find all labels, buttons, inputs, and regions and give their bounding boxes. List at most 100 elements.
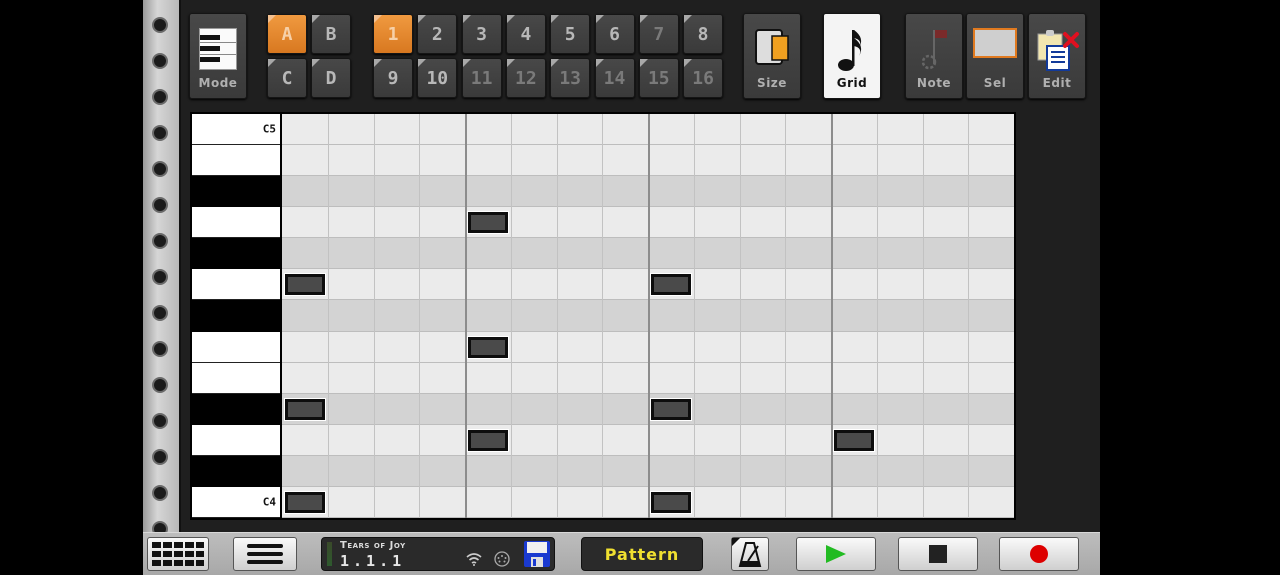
note-tool-label: Note (916, 76, 952, 90)
song-display[interactable]: Tears of Joy 1.1.1 (321, 537, 555, 571)
pattern-button-4[interactable]: 4 (505, 14, 546, 54)
piano-key-b4[interactable] (192, 145, 280, 177)
grid-tool-button[interactable]: Grid (823, 13, 881, 99)
clipboard-edit-icon (1035, 28, 1079, 76)
step-line (785, 114, 787, 518)
size-tool-label: Size (757, 76, 787, 90)
note-block[interactable] (284, 273, 326, 297)
piano-key-csharp4[interactable] (192, 455, 280, 487)
level-meter (327, 542, 332, 566)
note-block[interactable] (467, 211, 509, 235)
stop-button[interactable] (898, 537, 978, 571)
note-block[interactable] (833, 428, 875, 452)
menu-button[interactable] (233, 537, 297, 571)
pattern-button-3[interactable]: 3 (461, 14, 502, 54)
beat-line (648, 114, 650, 518)
pattern-button-5[interactable]: 5 (550, 14, 591, 54)
pattern-button-13[interactable]: 13 (550, 58, 591, 98)
piano-key-fsharp4[interactable] (192, 300, 280, 332)
note-tool-button[interactable]: Note (905, 13, 963, 99)
piano-key-g4[interactable] (192, 269, 280, 301)
app-window: Mode ABCD 1 2 3 4 5 6 7 8 9 10 11 12 13 14 15 16 Size Gr… (143, 0, 1100, 575)
wifi-icon (466, 553, 482, 566)
piano-roll: C5 C4 (190, 112, 1016, 520)
piano-key-c4[interactable]: C4 (192, 486, 280, 518)
pattern-button-14[interactable]: 14 (594, 58, 635, 98)
piano-key-f4[interactable] (192, 331, 280, 363)
edit-tool-label: Edit (1042, 76, 1072, 90)
note-block[interactable] (284, 490, 326, 514)
bank-button-a[interactable]: A (267, 14, 307, 54)
metronome-icon (738, 542, 762, 567)
rail-hole (152, 449, 168, 465)
sel-tool-button[interactable]: Sel (966, 13, 1024, 99)
size-tool-button[interactable]: Size (743, 13, 801, 99)
floppy-disk-icon (524, 541, 550, 567)
rail-hole (152, 161, 168, 177)
step-line (419, 114, 421, 518)
pattern-button-9[interactable]: 9 (373, 58, 413, 98)
piano-key-a4[interactable] (192, 207, 280, 239)
note-block[interactable] (650, 490, 692, 514)
piano-key-c5[interactable]: C5 (192, 114, 280, 146)
step-line (556, 114, 558, 518)
piano-key-d4[interactable] (192, 424, 280, 456)
selection-rect-icon (973, 28, 1017, 62)
piano-keys-icon (199, 28, 237, 70)
pattern-button-7[interactable]: 7 (638, 14, 679, 54)
note-block[interactable] (650, 397, 692, 421)
eighth-note-icon (837, 28, 867, 76)
record-button[interactable] (999, 537, 1079, 571)
bank-button-c[interactable]: C (267, 58, 307, 98)
edit-tool-button[interactable]: Edit (1028, 13, 1086, 99)
pattern-button-2[interactable]: 2 (417, 14, 458, 54)
mode-button[interactable]: Mode (189, 13, 247, 99)
pattern-button-15[interactable]: 15 (638, 58, 679, 98)
pattern-button-10[interactable]: 10 (417, 58, 458, 98)
pattern-button-12[interactable]: 12 (505, 58, 546, 98)
note-flag-icon (917, 28, 951, 76)
pattern-button-8[interactable]: 8 (683, 14, 724, 54)
stop-icon (929, 545, 947, 563)
save-button[interactable] (523, 540, 551, 568)
rail-hole (152, 17, 168, 33)
note-block[interactable] (467, 428, 509, 452)
rail-hole (152, 377, 168, 393)
size-icon (754, 28, 790, 70)
sel-tool-label: Sel (983, 76, 1007, 90)
bank-button-d[interactable]: D (311, 58, 351, 98)
note-block[interactable] (284, 397, 326, 421)
rail-hole (152, 305, 168, 321)
hamburger-menu-icon (247, 544, 283, 564)
pad-grid-button[interactable] (147, 537, 209, 571)
rail-hole (152, 197, 168, 213)
transport-bar: Tears of Joy 1.1.1 Pattern (143, 532, 1100, 575)
play-button[interactable] (796, 537, 876, 571)
note-block[interactable] (650, 273, 692, 297)
record-icon (1030, 545, 1048, 563)
metronome-button[interactable] (731, 537, 769, 571)
octave-label: C4 (262, 495, 276, 509)
pattern-button-6[interactable]: 6 (594, 14, 635, 54)
step-line (922, 114, 924, 518)
piano-key-asharp4[interactable] (192, 176, 280, 208)
piano-key-gsharp4[interactable] (192, 238, 280, 270)
note-grid[interactable] (282, 114, 1014, 518)
piano-key-dsharp4[interactable] (192, 393, 280, 425)
play-icon (826, 545, 846, 563)
rail-hole (152, 413, 168, 429)
pattern-button-1[interactable]: 1 (373, 14, 413, 54)
mode-label: Mode (198, 76, 238, 90)
pattern-button-11[interactable]: 11 (461, 58, 502, 98)
bank-button-b[interactable]: B (311, 14, 351, 54)
step-line (602, 114, 604, 518)
step-line (968, 114, 970, 518)
beat-line (831, 114, 833, 518)
pattern-mode-button[interactable]: Pattern (581, 537, 703, 571)
note-block[interactable] (467, 335, 509, 359)
piano-key-e4[interactable] (192, 362, 280, 394)
side-rail (143, 0, 181, 537)
pattern-button-16[interactable]: 16 (683, 58, 724, 98)
rail-hole (152, 485, 168, 501)
grid-tool-label: Grid (836, 76, 868, 90)
